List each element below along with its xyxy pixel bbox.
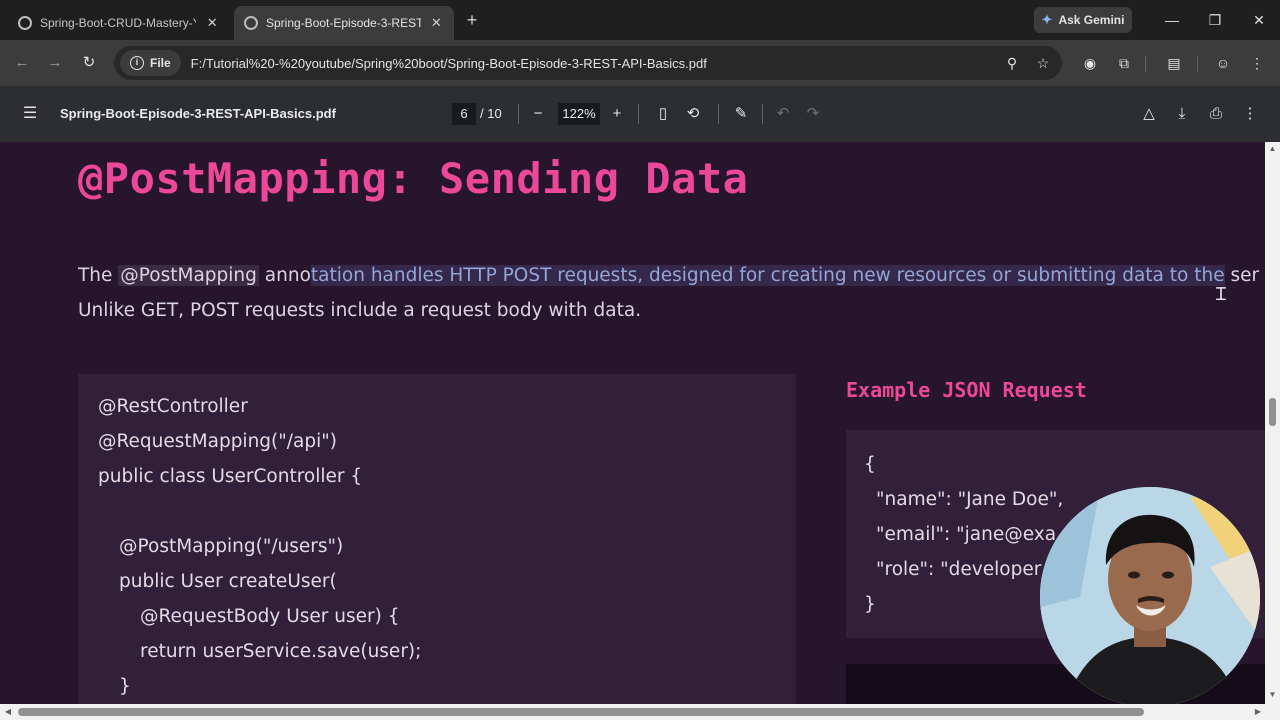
reading-mode-icon[interactable]: ▤: [1162, 51, 1186, 75]
browser-toolbar: ← → ↻ i File F:/Tutorial%20-%20youtube/S…: [0, 40, 1280, 86]
extensions-icon[interactable]: ⧉: [1112, 51, 1136, 75]
text-cursor-icon: Ɪ: [1216, 284, 1227, 305]
info-icon: i: [130, 56, 144, 70]
annotate-icon[interactable]: ✎: [729, 102, 753, 126]
code-line: public User createUser(: [119, 571, 337, 592]
ask-gemini-button[interactable]: ✦ Ask Gemini: [1034, 7, 1132, 33]
horizontal-scroll-thumb[interactable]: [18, 708, 1144, 716]
page-number-input[interactable]: 6: [452, 103, 476, 125]
zoom-input[interactable]: 122%: [558, 103, 600, 125]
toolbar-divider: [1145, 56, 1146, 72]
more-menu-icon[interactable]: ⋮: [1245, 51, 1269, 75]
address-bar[interactable]: i File F:/Tutorial%20-%20youtube/Spring%…: [114, 46, 1062, 80]
profile-avatar-icon[interactable]: ☺: [1211, 51, 1235, 75]
magnifier-icon[interactable]: ⚲: [1000, 51, 1024, 75]
tab-title: Spring-Boot-Episode-3-REST-A: [266, 16, 421, 30]
json-line: }: [864, 594, 876, 615]
gemini-spark-icon: ✦: [1041, 12, 1053, 27]
pdf-filename: Spring-Boot-Episode-3-REST-API-Basics.pd…: [60, 106, 336, 121]
code-line: @PostMapping("/users"): [119, 536, 344, 557]
toolbar-divider: [762, 104, 763, 124]
plus-icon[interactable]: +: [460, 8, 484, 32]
camera-icon[interactable]: ◉: [1078, 51, 1102, 75]
forward-arrow-icon[interactable]: →: [43, 51, 67, 75]
toolbar-divider: [1197, 56, 1198, 72]
hamburger-icon[interactable]: ☰: [20, 102, 40, 126]
page-heading: @PostMapping: Sending Data: [78, 154, 749, 203]
back-arrow-icon[interactable]: ←: [10, 51, 34, 75]
presenter-image: [1040, 487, 1260, 704]
webcam-overlay: [1040, 487, 1260, 704]
toolbar-divider: [518, 104, 519, 124]
code-line: return userService.save(user);: [140, 641, 422, 662]
json-heading: Example JSON Request: [846, 378, 1087, 402]
close-icon[interactable]: ✕: [429, 15, 444, 31]
paragraph-line-2: Unlike GET, POST requests include a requ…: [78, 300, 642, 321]
scroll-right-icon[interactable]: ▶: [1253, 707, 1263, 717]
toolbar-divider: [638, 104, 639, 124]
vertical-scrollbar[interactable]: ▲ ▼: [1265, 142, 1280, 704]
reload-icon[interactable]: ↻: [77, 51, 101, 75]
star-icon[interactable]: ☆: [1031, 51, 1055, 75]
pdf-viewer[interactable]: @PostMapping: Sending Data The @PostMapp…: [0, 142, 1265, 704]
inline-code: @PostMapping: [118, 265, 259, 286]
rotate-icon[interactable]: ⟲: [681, 102, 705, 126]
file-label: File: [150, 56, 171, 70]
globe-icon: [244, 16, 258, 30]
para-prefix: The: [78, 265, 119, 286]
redo-icon[interactable]: ↷: [801, 102, 825, 126]
globe-icon: [18, 16, 32, 30]
intro-paragraph: The @PostMapping annotation handles HTTP…: [78, 258, 1259, 328]
fit-page-icon[interactable]: ▯: [651, 102, 675, 126]
tab-strip: Spring-Boot-CRUD-Mastery-Yo ✕ Spring-Boo…: [0, 0, 1280, 40]
toolbar-divider: [718, 104, 719, 124]
site-info-chip[interactable]: i File: [120, 50, 181, 76]
save-to-drive-icon[interactable]: △: [1137, 102, 1161, 126]
vertical-scroll-thumb[interactable]: [1269, 398, 1276, 426]
window-close-icon[interactable]: ✕: [1247, 8, 1271, 32]
print-icon[interactable]: ⎙: [1204, 102, 1228, 126]
scroll-left-icon[interactable]: ◀: [3, 707, 13, 717]
close-icon[interactable]: ✕: [204, 15, 220, 31]
code-line: @RestController: [98, 396, 248, 417]
scroll-up-icon[interactable]: ▲: [1267, 144, 1278, 154]
paragraph-line-1: The @PostMapping annotation handles HTTP…: [78, 258, 1259, 293]
code-line: @RequestBody User user) {: [140, 606, 400, 627]
json-line: {: [864, 454, 876, 475]
page-total: / 10: [480, 106, 502, 121]
tab-title: Spring-Boot-CRUD-Mastery-Yo: [40, 16, 197, 30]
more-options-icon[interactable]: ⋮: [1238, 102, 1262, 126]
json-line: "role": "developer: [876, 559, 1042, 580]
horizontal-scrollbar[interactable]: ◀ ▶: [0, 704, 1280, 720]
zoom-out-icon[interactable]: −: [526, 102, 550, 126]
code-block: @RestController @RequestMapping("/api") …: [78, 374, 796, 704]
zoom-in-icon[interactable]: +: [605, 102, 629, 126]
code-line: public class UserController {: [98, 466, 363, 487]
undo-icon[interactable]: ↶: [771, 102, 795, 126]
para-tail: ser: [1224, 265, 1260, 286]
para-text: anno: [258, 265, 311, 286]
ask-gemini-label: Ask Gemini: [1058, 13, 1125, 27]
tab-crud-mastery[interactable]: Spring-Boot-CRUD-Mastery-Yo ✕: [8, 6, 230, 40]
code-line: @RequestMapping("/api"): [98, 431, 337, 452]
json-line: "email": "jane@exa: [876, 524, 1057, 545]
pdf-toolbar: ☰ Spring-Boot-Episode-3-REST-API-Basics.…: [0, 86, 1280, 142]
scroll-down-icon[interactable]: ▼: [1267, 690, 1278, 700]
json-line: "name": "Jane Doe",: [876, 489, 1064, 510]
tab-episode-3[interactable]: Spring-Boot-Episode-3-REST-A ✕: [234, 6, 454, 40]
download-icon[interactable]: ⤓: [1170, 102, 1194, 126]
code-line: }: [119, 676, 131, 697]
minimize-icon[interactable]: —: [1160, 8, 1184, 32]
url-text[interactable]: F:/Tutorial%20-%20youtube/Spring%20boot/…: [191, 56, 707, 71]
restore-icon[interactable]: ❐: [1203, 8, 1227, 32]
selected-text: tation handles HTTP POST requests, desig…: [310, 265, 1225, 286]
